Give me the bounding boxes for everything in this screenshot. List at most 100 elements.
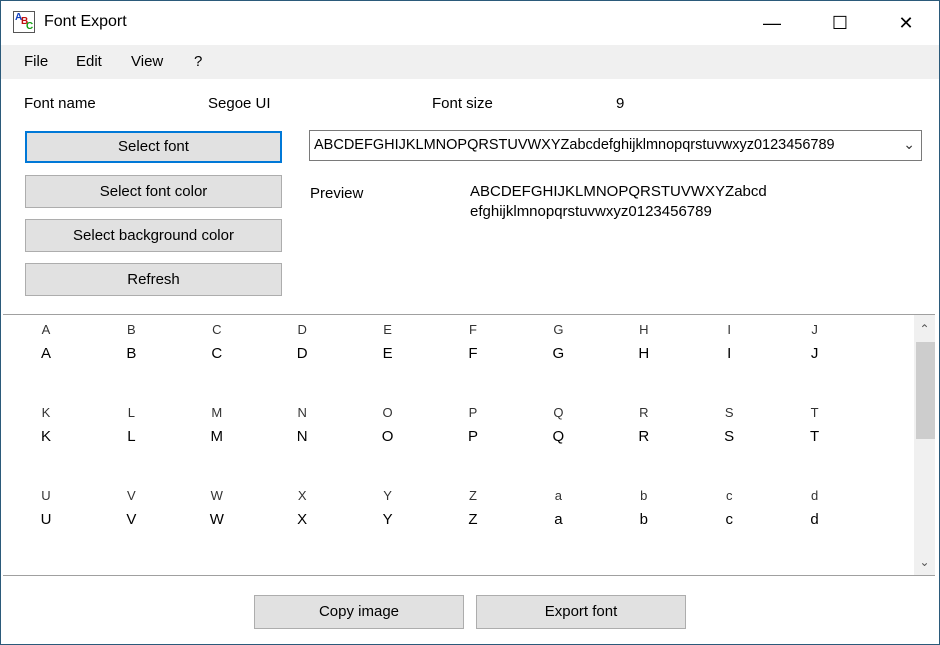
glyph-sample: O: [381, 428, 394, 445]
glyph-sample: A: [40, 345, 51, 362]
glyph-label: J: [811, 322, 818, 337]
glyph-label: C: [212, 322, 222, 337]
glyph-cell: TT: [785, 405, 845, 445]
glyph-cell: KK: [16, 405, 76, 445]
select-background-color-button[interactable]: Select background color: [25, 219, 282, 252]
glyph-label: U: [41, 488, 51, 503]
glyph-sample: c: [725, 511, 733, 528]
glyph-cell: cc: [699, 488, 759, 528]
sample-text-combobox[interactable]: ABCDEFGHIJKLMNOPQRSTUVWXYZabcdefghijklmn…: [309, 130, 922, 161]
glyph-label: Q: [553, 405, 564, 420]
glyph-cell: BB: [101, 322, 161, 362]
glyph-label: E: [383, 322, 392, 337]
glyph-label: H: [639, 322, 649, 337]
font-size-label: Font size: [432, 95, 493, 112]
scrollbar-thumb[interactable]: [916, 342, 935, 439]
select-font-button[interactable]: Select font: [25, 131, 282, 163]
glyph-cell: FF: [443, 322, 503, 362]
title-bar: ABC Font Export — ☐ ✕: [1, 1, 939, 45]
glyph-cell: JJ: [785, 322, 845, 362]
select-font-color-button[interactable]: Select font color: [25, 175, 282, 208]
glyph-cell: RR: [614, 405, 674, 445]
glyph-label: b: [640, 488, 648, 503]
glyph-label: D: [297, 322, 307, 337]
glyph-label: d: [810, 488, 819, 503]
menu-edit[interactable]: Edit: [76, 53, 102, 70]
abc-app-icon: ABC: [13, 11, 35, 33]
scroll-down-icon[interactable]: ⌄: [914, 551, 935, 573]
minimize-button[interactable]: —: [749, 1, 795, 45]
glyph-cell: QQ: [528, 405, 588, 445]
glyph-label: T: [810, 405, 819, 420]
glyph-sample: T: [810, 428, 820, 445]
glyph-cell: EE: [358, 322, 418, 362]
menu-view[interactable]: View: [131, 53, 163, 70]
maximize-button[interactable]: ☐: [817, 1, 863, 45]
glyph-sample: J: [810, 345, 819, 362]
glyph-label: S: [724, 405, 734, 420]
glyph-cell: WW: [187, 488, 247, 528]
glyph-label: a: [554, 488, 562, 503]
glyph-sample: Y: [382, 511, 393, 528]
menu-file[interactable]: File: [24, 53, 48, 70]
glyph-cell: dd: [785, 488, 845, 528]
menu-bar: File Edit View ?: [1, 45, 939, 79]
vertical-scrollbar[interactable]: ⌃ ⌄: [914, 315, 935, 575]
glyph-sample: R: [638, 428, 650, 445]
menu-help[interactable]: ?: [194, 53, 202, 70]
font-export-window: ABC Font Export — ☐ ✕ File Edit View ? F…: [0, 0, 940, 645]
glyph-label: c: [725, 488, 733, 503]
glyph-sample: V: [126, 511, 137, 528]
glyph-cell: CC: [187, 322, 247, 362]
glyph-label: N: [297, 405, 307, 420]
sample-text-value: ABCDEFGHIJKLMNOPQRSTUVWXYZabcdefghijklmn…: [314, 137, 835, 153]
glyph-cell: MM: [187, 405, 247, 445]
glyph-sample: K: [40, 428, 51, 445]
refresh-button[interactable]: Refresh: [25, 263, 282, 296]
glyph-label: L: [127, 405, 135, 420]
glyph-sample: W: [209, 511, 224, 528]
font-name-label: Font name: [24, 95, 96, 112]
glyph-label: Y: [383, 488, 392, 503]
preview-text: ABCDEFGHIJKLMNOPQRSTUVWXYZabcd efghijklm…: [470, 182, 767, 222]
glyph-sample: a: [554, 511, 563, 528]
glyph-sample: B: [126, 345, 137, 362]
preview-line-1: ABCDEFGHIJKLMNOPQRSTUVWXYZabcd: [470, 183, 767, 200]
glyph-cell: HH: [614, 322, 674, 362]
preview-label: Preview: [310, 185, 364, 202]
glyph-sample: L: [127, 428, 136, 445]
glyph-cell: YY: [358, 488, 418, 528]
glyph-cell: XX: [272, 488, 332, 528]
glyph-sample: X: [297, 511, 308, 528]
glyph-cell: aa: [528, 488, 588, 528]
glyph-label: I: [727, 322, 731, 337]
glyph-sample: I: [727, 345, 732, 362]
glyph-label: W: [210, 488, 223, 503]
glyph-sample: E: [382, 345, 393, 362]
glyph-sample: U: [40, 511, 52, 528]
glyph-label: A: [41, 322, 51, 337]
export-font-button[interactable]: Export font: [476, 595, 686, 629]
glyph-cell: NN: [272, 405, 332, 445]
glyph-sample: D: [296, 345, 308, 362]
scroll-up-icon[interactable]: ⌃: [914, 318, 935, 340]
glyph-cell: SS: [699, 405, 759, 445]
glyph-sample: Q: [552, 428, 565, 445]
glyph-sample: N: [296, 428, 308, 445]
glyph-cell: LL: [101, 405, 161, 445]
glyph-label: F: [469, 322, 477, 337]
glyph-cell: bb: [614, 488, 674, 528]
glyph-label: R: [639, 405, 649, 420]
copy-image-button[interactable]: Copy image: [254, 595, 464, 629]
glyph-label: G: [553, 322, 564, 337]
window-title: Font Export: [44, 13, 127, 30]
glyph-label: X: [297, 488, 307, 503]
glyph-cell: UU: [16, 488, 76, 528]
chevron-down-icon[interactable]: ⌄: [903, 136, 915, 153]
close-button[interactable]: ✕: [883, 1, 929, 45]
glyph-sample: Z: [468, 511, 478, 528]
glyph-sample: d: [810, 511, 819, 528]
glyph-sample: G: [552, 345, 565, 362]
glyph-cell: AA: [16, 322, 76, 362]
glyph-cell: VV: [101, 488, 161, 528]
